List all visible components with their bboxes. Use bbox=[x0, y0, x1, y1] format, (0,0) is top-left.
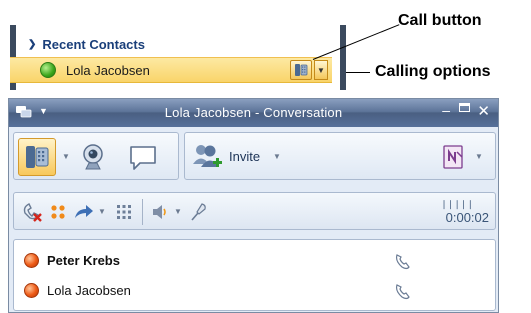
video-button[interactable] bbox=[78, 141, 108, 175]
invite-button[interactable] bbox=[191, 141, 225, 173]
window-title: Lola Jacobsen - Conversation bbox=[164, 105, 343, 120]
transfer-dropdown-icon[interactable]: ▼ bbox=[98, 207, 106, 216]
call-mode-dropdown-icon[interactable]: ▼ bbox=[62, 152, 70, 161]
group-header-label: Recent Contacts bbox=[42, 36, 145, 52]
conversation-window: ▼ Lola Jacobsen - Conversation – ✕ ▼ Inv… bbox=[8, 98, 499, 313]
chevron-down-icon: ❯ bbox=[28, 38, 37, 50]
maximize-icon[interactable] bbox=[459, 103, 470, 112]
call-controls-toolbar: ▼ ▼ ❘❘❘❘❘ 0:00:02 bbox=[13, 192, 496, 230]
minimize-icon[interactable]: – bbox=[442, 102, 450, 118]
onenote-icon bbox=[443, 145, 463, 169]
participant-list: Peter Krebs Lola Jacobsen bbox=[13, 239, 496, 311]
hang-up-button[interactable] bbox=[20, 200, 44, 224]
main-toolbar: ▼ Invite ▼ ▼ bbox=[13, 132, 496, 182]
onenote-dropdown-icon[interactable]: ▼ bbox=[475, 152, 483, 161]
volume-dropdown-icon[interactable]: ▼ bbox=[174, 207, 182, 216]
hold-icon bbox=[51, 205, 65, 219]
call-mode-button[interactable] bbox=[18, 138, 56, 176]
participant-row[interactable]: Peter Krebs bbox=[24, 248, 484, 272]
close-icon[interactable]: ✕ bbox=[477, 102, 490, 120]
webcam-icon bbox=[83, 144, 103, 170]
call-button-callout: Call button bbox=[398, 12, 482, 29]
chat-bubble-icon bbox=[130, 146, 156, 170]
window-titlebar[interactable]: ▼ Lola Jacobsen - Conversation – ✕ bbox=[9, 99, 498, 127]
participant-row[interactable]: Lola Jacobsen bbox=[24, 278, 484, 302]
participant-name: Peter Krebs bbox=[47, 252, 120, 268]
recent-contacts-group-header[interactable]: ❯ Recent Contacts bbox=[16, 33, 340, 55]
panel-right-border bbox=[340, 25, 346, 90]
transfer-button[interactable] bbox=[72, 201, 96, 223]
add-people-icon bbox=[193, 145, 222, 167]
phone-icon bbox=[295, 64, 308, 76]
contact-row-selected[interactable]: Lola Jacobsen ▼ bbox=[10, 57, 332, 83]
dialpad-button[interactable] bbox=[114, 202, 134, 222]
speaker-icon bbox=[153, 205, 166, 219]
busy-status-icon bbox=[24, 282, 39, 298]
instant-message-button[interactable] bbox=[126, 143, 160, 173]
onenote-button[interactable] bbox=[441, 143, 467, 171]
dialpad-icon bbox=[117, 205, 131, 219]
participant-name: Lola Jacobsen bbox=[47, 282, 131, 298]
invite-group: Invite ▼ ▼ bbox=[184, 132, 496, 180]
microphone-button[interactable] bbox=[188, 200, 210, 224]
phone-handset-icon bbox=[395, 254, 410, 270]
call-duration-timer: 0:00:02 bbox=[445, 210, 489, 225]
call-button[interactable] bbox=[290, 60, 312, 80]
screenshot-root: ❯ Recent Contacts Lola Jacobsen ▼ Call b… bbox=[0, 0, 531, 313]
hold-button[interactable] bbox=[48, 202, 68, 222]
call-quality-indicator-icon: ❘❘❘❘❘ bbox=[440, 199, 474, 209]
toolbar-separator bbox=[142, 199, 143, 225]
hang-up-icon bbox=[23, 203, 42, 222]
calling-options-callout: Calling options bbox=[375, 63, 491, 80]
busy-status-icon bbox=[24, 252, 39, 268]
transfer-arrow-icon bbox=[75, 205, 93, 218]
invite-label[interactable]: Invite bbox=[229, 149, 260, 164]
microphone-icon bbox=[191, 203, 206, 221]
volume-button[interactable] bbox=[150, 201, 172, 223]
contact-name: Lola Jacobsen bbox=[66, 62, 150, 78]
invite-dropdown-icon[interactable]: ▼ bbox=[273, 152, 281, 161]
phone-handset-icon bbox=[395, 284, 410, 300]
phone-icon bbox=[26, 146, 49, 168]
communication-modes-group: ▼ bbox=[13, 132, 179, 180]
available-status-icon bbox=[40, 62, 56, 78]
calling-options-dropdown[interactable]: ▼ bbox=[314, 60, 328, 80]
calling-options-callout-line bbox=[346, 72, 370, 73]
